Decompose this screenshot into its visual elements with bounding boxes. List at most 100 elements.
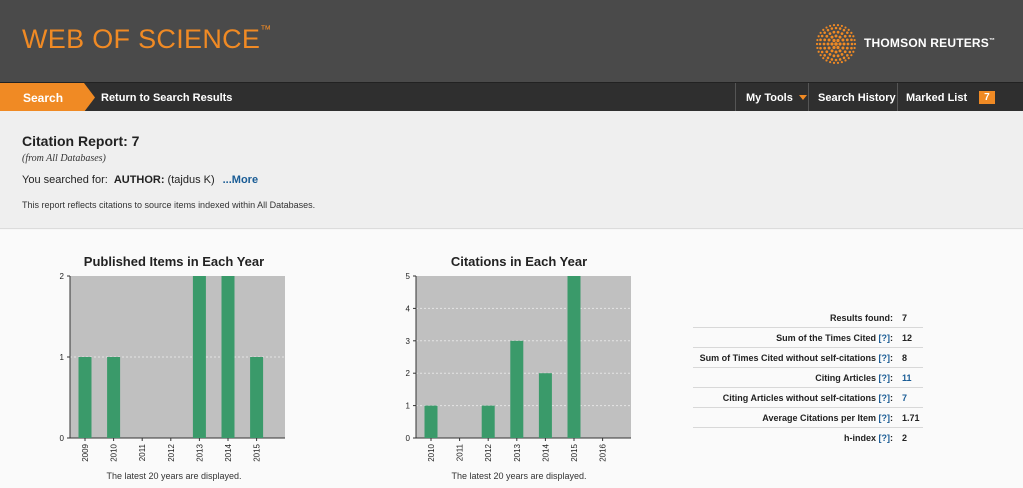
logo-dot	[819, 38, 822, 42]
stat-label-text: Results found:	[830, 313, 893, 323]
stat-label: Citing Articles [?]:	[815, 373, 893, 383]
logo-dot	[822, 28, 825, 31]
x-tick-label: 2014	[541, 443, 550, 461]
logo-dot	[825, 34, 829, 38]
logo-dot	[834, 26, 838, 30]
stat-colon: :	[890, 413, 893, 423]
bar[interactable]	[424, 405, 438, 438]
brand-text: THOMSON REUTERS	[864, 36, 990, 50]
logo-dot	[845, 38, 849, 42]
logo-dot	[838, 49, 842, 53]
logo-dot	[832, 38, 836, 43]
logo-dot	[836, 45, 840, 50]
marked-list-link[interactable]: Marked List 7	[906, 83, 995, 112]
logo-dot	[832, 45, 836, 50]
bar[interactable]	[192, 276, 206, 438]
stat-row: h-index [?]: 2	[693, 428, 923, 448]
stat-row: Citing Articles without self-citations […	[693, 388, 923, 408]
my-tools-menu[interactable]: My Tools	[746, 83, 807, 112]
logo-dot	[844, 26, 847, 29]
brand-trademark: ™	[989, 38, 996, 44]
y-tick-label: 0	[406, 434, 411, 443]
logo-dot	[817, 50, 820, 53]
x-tick-label: 2015	[570, 443, 579, 461]
brand-name: THOMSON REUTERS™	[864, 36, 995, 50]
stat-colon: :	[890, 373, 893, 383]
logo-dot	[816, 42, 819, 46]
logo-dot	[832, 24, 836, 27]
logo-dot	[846, 42, 850, 46]
database-scope: (from All Databases)	[22, 153, 106, 164]
bar[interactable]	[107, 357, 121, 438]
logo-dot	[832, 61, 836, 64]
web-of-science-logo[interactable]: WEB OF SCIENCE™	[22, 24, 272, 55]
logo-dot	[850, 46, 853, 50]
bar[interactable]	[78, 357, 92, 438]
stat-label: Sum of Times Cited without self-citation…	[700, 353, 893, 363]
search-history-link[interactable]: Search History	[818, 83, 896, 112]
help-link[interactable]: [?]	[879, 433, 891, 443]
citation-stats: Results found: 7 Sum of the Times Cited [?…	[693, 308, 923, 448]
bar[interactable]	[221, 276, 235, 438]
stat-colon: :	[890, 393, 893, 403]
stat-value[interactable]: 7	[902, 393, 907, 403]
report-header: Citation Report: 7 (from All Databases) …	[0, 111, 1023, 229]
logo-dot	[829, 24, 832, 28]
logo-dot	[853, 42, 856, 46]
help-link[interactable]: [?]	[879, 413, 891, 423]
logo-dot	[830, 27, 834, 30]
logo-dot	[838, 27, 842, 30]
y-tick-label: 5	[406, 272, 411, 281]
help-link[interactable]: [?]	[879, 373, 891, 383]
bar[interactable]	[538, 373, 552, 438]
stat-label: Sum of the Times Cited [?]:	[776, 333, 893, 343]
x-tick-label: 2011	[456, 443, 465, 461]
bar[interactable]	[510, 340, 524, 438]
bar[interactable]	[567, 276, 581, 438]
logo-dot	[825, 59, 828, 62]
logo-dot	[850, 42, 854, 46]
report-note: This report reflects citations to source…	[22, 200, 316, 210]
logo-dot	[838, 58, 842, 61]
logo-dot	[819, 46, 822, 50]
nav-search-tab[interactable]: Search	[0, 83, 95, 112]
stat-value[interactable]: 11	[902, 373, 912, 383]
logo-dot	[823, 31, 826, 34]
y-tick-label: 1	[60, 353, 65, 362]
x-tick-label: 2013	[195, 443, 204, 461]
help-link[interactable]: [?]	[879, 393, 891, 403]
chevron-down-icon	[798, 95, 807, 100]
logo-dot	[834, 34, 838, 38]
logo-dot	[830, 42, 834, 46]
nav-divider	[735, 83, 736, 112]
logo-dot	[822, 42, 826, 46]
published-chart-footer: The latest 20 years are displayed.	[106, 471, 242, 481]
stat-label-text: Sum of the Times Cited	[776, 333, 876, 343]
stat-colon: :	[890, 353, 893, 363]
stat-row: Sum of the Times Cited [?]: 12	[693, 328, 923, 348]
logo-dot	[842, 28, 846, 32]
app-header: WEB OF SCIENCE™ THOMSON REUTERS™	[0, 0, 1023, 82]
logo-dot	[841, 38, 845, 42]
search-tab-label: Search	[23, 91, 64, 105]
bar[interactable]	[250, 357, 264, 438]
x-tick-label: 2011	[138, 443, 147, 461]
citations-chart: 0 1 2 3 4 5 2010 2011 2012 2013 2014 2015 2016	[406, 272, 631, 462]
return-to-results-link[interactable]: Return to Search Results	[101, 92, 232, 104]
help-link[interactable]: [?]	[879, 353, 891, 363]
bar[interactable]	[481, 405, 495, 438]
help-link[interactable]: [?]	[879, 333, 891, 343]
more-link[interactable]: ...More	[223, 174, 258, 186]
stat-row: Average Citations per Item [?]: 1.71	[693, 408, 923, 428]
logo-dot	[838, 42, 842, 46]
nav-divider	[897, 83, 898, 112]
stat-label-text: Average Citations per Item	[762, 413, 876, 423]
x-tick-label: 2012	[484, 443, 493, 461]
searched-label: You searched for:	[22, 174, 108, 186]
citations-chart-title: Citations in Each Year	[450, 254, 588, 269]
logo-dot	[848, 50, 852, 54]
logo-dot	[826, 28, 830, 32]
plot-area	[416, 276, 631, 438]
logo-dot	[842, 56, 846, 60]
y-tick-label: 4	[406, 304, 411, 313]
